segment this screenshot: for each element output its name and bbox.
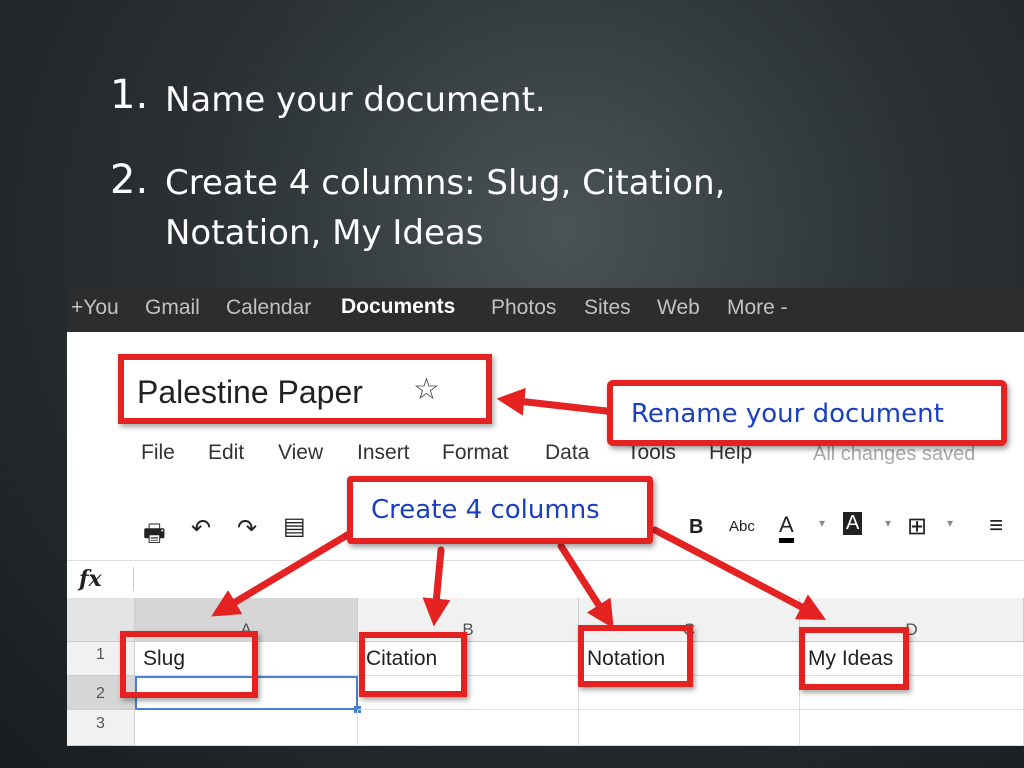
google-docs-screenshot: +You Gmail Calendar Documents Photos Sit… xyxy=(67,288,1024,746)
rename-callout: Rename your document xyxy=(607,380,1007,446)
step-number: 2. xyxy=(110,157,149,203)
arrow-to-slug xyxy=(211,530,353,617)
create-columns-callout: Create 4 columns xyxy=(347,476,653,544)
step-text-continued: Notation, My Ideas xyxy=(165,213,484,253)
step-text: Name your document. xyxy=(165,80,546,120)
arrow-to-notation xyxy=(557,542,614,629)
arrow-to-title xyxy=(496,387,619,416)
step-text: Create 4 columns: Slug, Citation, xyxy=(165,163,726,203)
arrow-to-my-ideas xyxy=(651,526,827,620)
arrow-to-citation xyxy=(422,546,451,627)
step-number: 1. xyxy=(110,72,149,118)
